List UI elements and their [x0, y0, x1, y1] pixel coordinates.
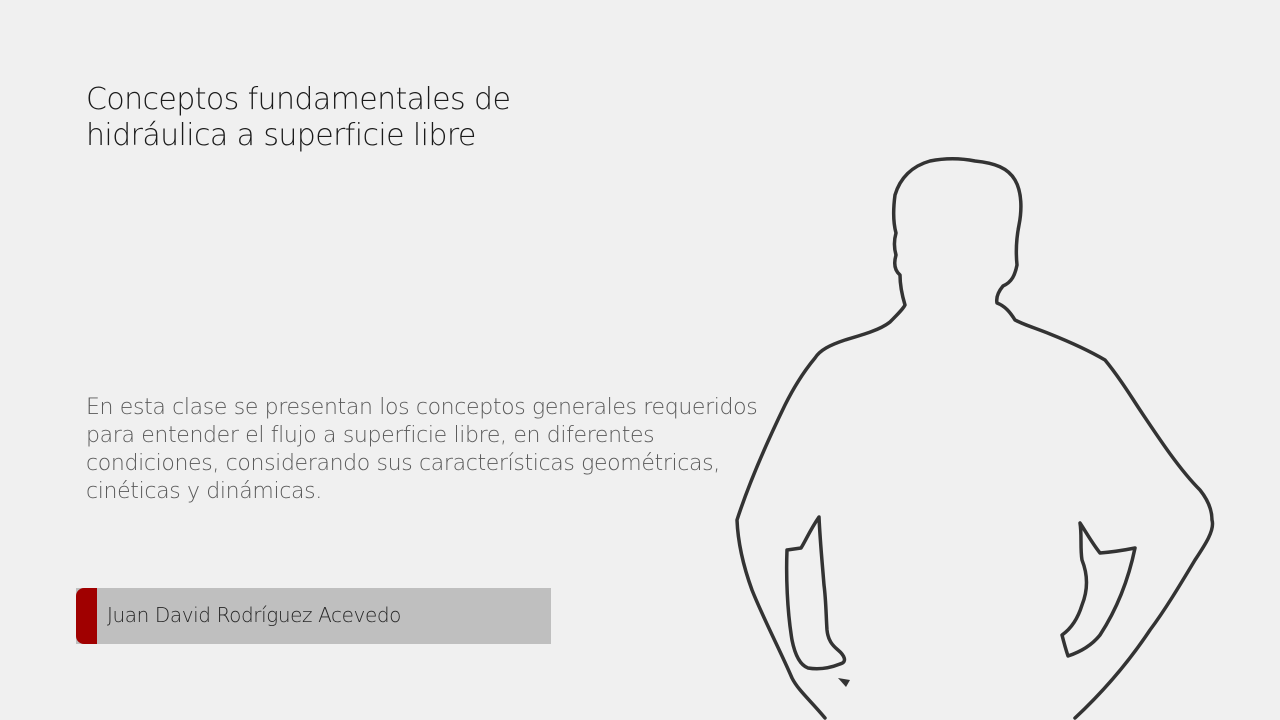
person-outline-icon [735, 157, 1215, 720]
slide: Conceptos fundamentales de hidráulica a … [0, 0, 1280, 720]
person-outline-left-arm-gap [784, 515, 847, 671]
person-outline-fingertip [838, 678, 850, 687]
person-outline-body [735, 157, 1215, 720]
person-outline-right-arm-gap [1060, 521, 1137, 658]
